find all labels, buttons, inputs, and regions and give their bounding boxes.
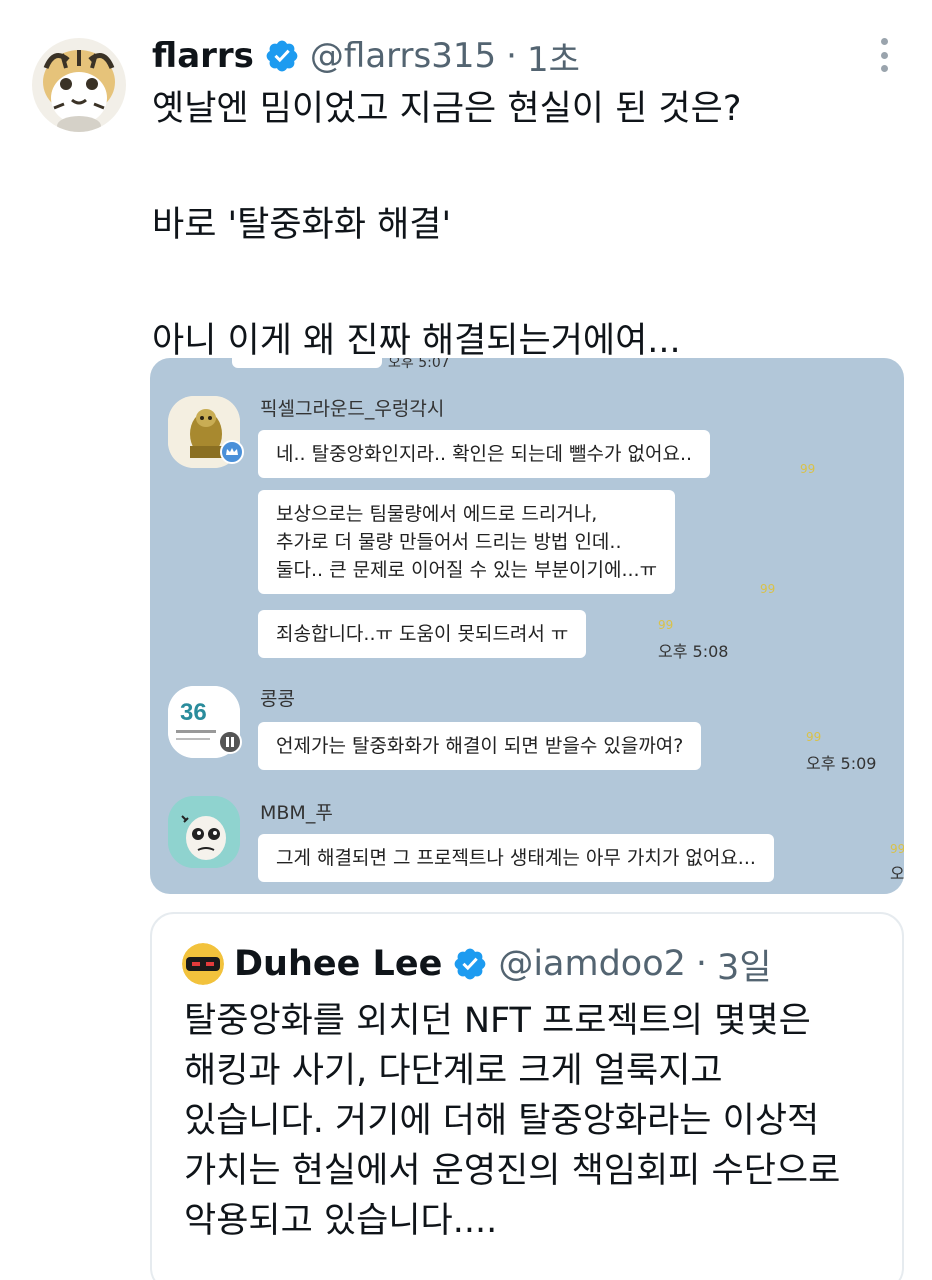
chat-sender-name: MBM_푸: [260, 802, 333, 824]
chat-bubble-partial: [232, 358, 382, 368]
chat-time: 오후 5:07: [388, 358, 450, 371]
attached-image[interactable]: 오후 5:07 픽셀그라운드_우렁각시 네.. 탈중앙화인지라.. 확인은 되는…: [150, 358, 904, 894]
read-count: 99: [806, 730, 822, 744]
more-options-icon[interactable]: [872, 38, 896, 72]
author-avatar[interactable]: [32, 38, 126, 132]
chat-bubble: 그게 해결되면 그 프로젝트나 생태계는 아무 가치가 없어요...: [258, 834, 774, 882]
chat-bubble: 죄송합니다..ㅠ 도움이 못되드려서 ㅠ: [258, 610, 587, 658]
separator-dot: ·: [506, 36, 517, 76]
quote-line: 가치는 현실에서 운영진의 책임회피 수단으로: [184, 1151, 841, 1191]
separator-dot: ·: [695, 944, 708, 984]
quote-line: 탈중앙화를 외치던 NFT 프로젝트의 몇몇은: [184, 1001, 811, 1041]
tweet-line: 옛날엔 밈이었고 지금은 현실이 된 것은?: [152, 89, 742, 129]
quote-author-handle[interactable]: @iamdoo2: [498, 944, 686, 984]
author-name[interactable]: flarrs: [152, 36, 254, 76]
chat-sender-name: 콩콩: [260, 688, 295, 710]
quote-line: 있습니다. 거기에 더해 탈중앙화라는 이상적: [184, 1101, 820, 1141]
chat-bubble: 언제가는 탈중화화가 해결이 되면 받을수 있을까여?: [258, 722, 702, 770]
quote-line: 악용되고 있습니다....: [184, 1201, 498, 1241]
read-count: 99: [800, 462, 816, 476]
verified-badge-icon: [264, 38, 300, 74]
chat-bubble: 네.. 탈중앙화인지라.. 확인은 되는데 뺄수가 없어요..: [258, 430, 711, 478]
chat-avatar: [168, 796, 240, 868]
chat-time: 오후 5:09: [806, 754, 877, 773]
bot-badge-icon: [218, 730, 242, 754]
chat-avatar-label: 36: [180, 699, 207, 726]
read-count: 99: [658, 618, 674, 632]
tweet-text: 옛날엔 밈이었고 지금은 현실이 된 것은? 바로 '탈중화화 해결' 아니 이…: [152, 80, 741, 370]
quote-author-avatar[interactable]: [182, 943, 224, 985]
tweet-line: 바로 '탈중화화 해결': [152, 205, 452, 245]
quote-time[interactable]: 3일: [717, 939, 771, 990]
quote-line: 해킹과 사기, 다단계로 크게 얼룩지고: [184, 1051, 723, 1091]
quoted-tweet[interactable]: Duhee Lee @iamdoo2 · 3일 탈중앙화를 외치던 NFT 프로…: [150, 912, 904, 1280]
quote-text: 탈중앙화를 외치던 NFT 프로젝트의 몇몇은 해킹과 사기, 다단계로 크게 …: [184, 996, 840, 1246]
read-count: 99: [890, 842, 904, 856]
quote-header: Duhee Lee @iamdoo2 · 3일: [182, 942, 772, 988]
crown-badge-icon: [220, 440, 244, 464]
chat-sender-name: 픽셀그라운드_우렁각시: [260, 398, 445, 420]
verified-badge-icon: [452, 946, 488, 982]
tweet-time[interactable]: 1초: [527, 32, 580, 81]
chat-time: 오: [890, 864, 904, 883]
author-handle[interactable]: @flarrs315: [310, 36, 496, 76]
tweet-header: flarrs @flarrs315 · 1초: [152, 32, 580, 81]
quote-author-name[interactable]: Duhee Lee: [234, 944, 442, 984]
chat-time: 오후 5:08: [658, 642, 729, 661]
read-count: 99: [760, 582, 776, 596]
chat-bubble: 보상으로는 팀물량에서 에드로 드리거나, 추가로 더 물량 만들어서 드리는 …: [258, 490, 676, 594]
